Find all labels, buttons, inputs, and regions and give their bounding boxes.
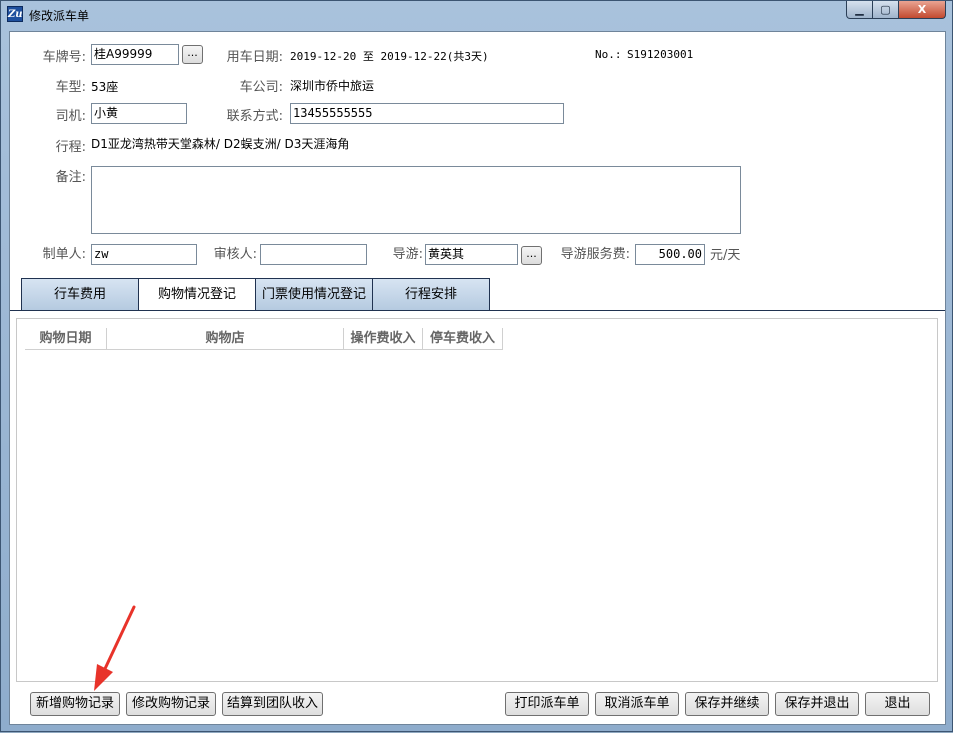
title-bar[interactable]: Zu 修改派车单 ▁ ▢ X	[1, 1, 952, 27]
add-shopping-record-button[interactable]: 新增购物记录	[30, 692, 120, 716]
maker-input[interactable]: zw	[91, 244, 197, 265]
close-button[interactable]: X	[898, 1, 946, 19]
tab-tickets[interactable]: 门票使用情况登记	[255, 278, 373, 311]
fee-label: 导游服务费:	[560, 247, 630, 262]
driver-input[interactable]: 小黄	[91, 103, 187, 124]
route-label: 行程:	[55, 140, 86, 155]
print-dispatch-button[interactable]: 打印派车单	[505, 692, 589, 716]
contact-label: 联系方式:	[226, 109, 283, 124]
remark-label: 备注:	[55, 170, 86, 185]
app-icon: Zu	[7, 6, 23, 22]
tab-itinerary[interactable]: 行程安排	[372, 278, 490, 311]
col-shop[interactable]: 购物店	[107, 328, 344, 350]
company-value: 深圳市侨中旅运	[290, 79, 375, 93]
col-parking-fee[interactable]: 停车费收入	[423, 328, 503, 350]
close-icon: X	[917, 3, 927, 16]
type-value: 53座	[91, 80, 119, 94]
settle-to-team-income-button[interactable]: 结算到团队收入	[222, 692, 323, 716]
contact-input[interactable]: 13455555555	[290, 103, 564, 124]
form-client-area: 车牌号: 桂A99999 ... 用车日期: 2019-12-20 至 2019…	[9, 31, 946, 725]
tab-driving-cost[interactable]: 行车费用	[21, 278, 139, 311]
guide-browse-button[interactable]: ...	[521, 246, 542, 265]
reviewer-input[interactable]	[260, 244, 367, 265]
maker-label: 制单人:	[42, 247, 86, 262]
no-label: No.:	[595, 48, 622, 61]
guide-label: 导游:	[392, 247, 423, 262]
dispatch-edit-window: Zu 修改派车单 ▁ ▢ X 车牌号: 桂A99999 ... 用车日期: 20…	[0, 0, 953, 732]
no-value: S191203001	[627, 48, 694, 61]
plate-browse-button[interactable]: ...	[182, 45, 203, 64]
guide-input[interactable]: 黄英其	[425, 244, 518, 265]
edit-shopping-record-button[interactable]: 修改购物记录	[126, 692, 216, 716]
reviewer-label: 审核人:	[213, 247, 257, 262]
route-value: D1亚龙湾热带天堂森林/ D2蜈支洲/ D3天涯海角	[91, 137, 350, 151]
tab-divider	[10, 310, 945, 311]
date-value: 2019-12-20 至 2019-12-22(共3天)	[290, 50, 489, 63]
save-and-exit-button[interactable]: 保存并退出	[775, 692, 859, 716]
window-title: 修改派车单	[29, 9, 90, 23]
plate-label: 车牌号:	[42, 50, 86, 65]
save-and-continue-button[interactable]: 保存并继续	[685, 692, 769, 716]
maximize-button[interactable]: ▢	[872, 1, 899, 19]
driver-label: 司机:	[55, 109, 86, 124]
type-label: 车型:	[55, 80, 86, 95]
col-shopping-date[interactable]: 购物日期	[25, 328, 107, 350]
plate-input[interactable]: 桂A99999	[91, 44, 179, 65]
date-label: 用车日期:	[226, 50, 283, 65]
col-operation-fee[interactable]: 操作费收入	[344, 328, 423, 350]
shopping-grid[interactable]: 购物日期 购物店 操作费收入 停车费收入	[16, 318, 938, 682]
minimize-button[interactable]: ▁	[846, 1, 873, 19]
fee-input[interactable]: 500.00	[635, 244, 705, 265]
maximize-icon: ▢	[880, 3, 891, 16]
fee-unit: 元/天	[710, 248, 741, 263]
minimize-icon: ▁	[855, 3, 864, 16]
company-label: 车公司:	[239, 80, 283, 95]
tab-shopping[interactable]: 购物情况登记	[138, 278, 256, 311]
exit-button[interactable]: 退出	[865, 692, 930, 716]
cancel-dispatch-button[interactable]: 取消派车单	[595, 692, 679, 716]
remark-textarea[interactable]	[91, 166, 741, 234]
